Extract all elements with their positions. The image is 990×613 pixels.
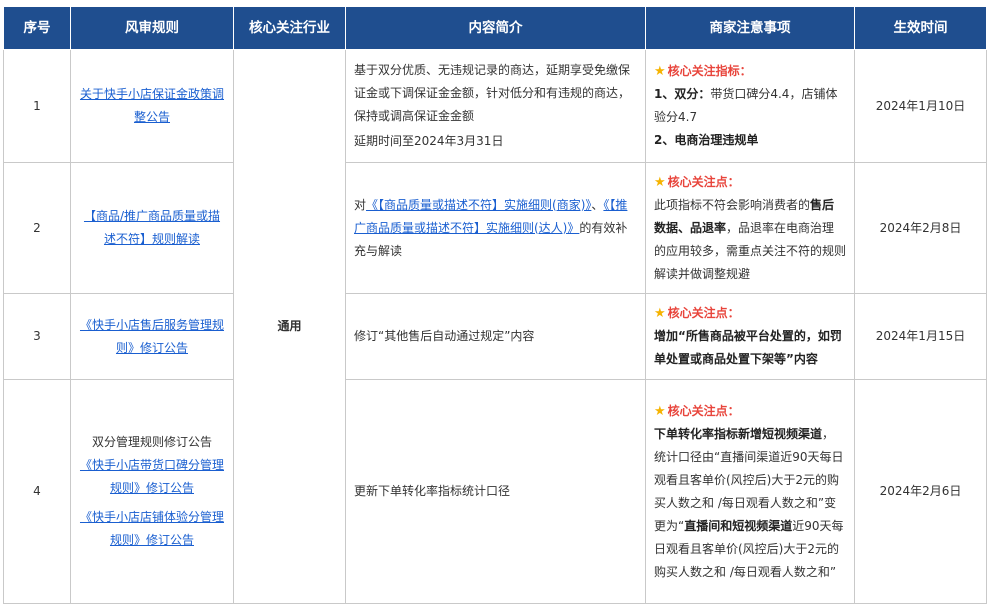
note-bold-text: 增加“所售商品被平台处置的，如罚单处置或商品处置下架等”内容 [654, 329, 842, 366]
note-body: 此项指标不符会影响消费者的售后数据、品退率，品退率在电商治理的应用较多，需重点关… [654, 194, 846, 286]
note-bold-text: 下单转化率指标新增短视频渠道 [654, 426, 823, 441]
intro-link[interactable]: 《【商品质量或描述不符】实施细则(商家)》 [366, 198, 591, 212]
note-header: ★ 核心关注点： [654, 171, 846, 194]
header-no: 序号 [3, 6, 71, 50]
note-body: 下单转化率指标新增短视频渠道，统计口径由“直播间渠道近90天每日观看且客单价(风… [654, 423, 846, 584]
intro-text: 基于双分优质、无违规记录的商达，延期享受免缴保证金或下调保证金金额，针对低分和有… [354, 63, 631, 123]
header-industry: 核心关注行业 [233, 6, 346, 50]
row-number: 1 [3, 49, 71, 163]
note-item-label: 1、双分： [654, 87, 711, 101]
star-icon: ★ [654, 174, 666, 190]
rule-cell: 双分管理规则修订公告 《快手小店带货口碑分管理规则》修订公告 《快手小店店铺体验… [70, 379, 234, 604]
rule-link[interactable]: 【商品/推广商品质量或描述不符】规则解读 [84, 209, 220, 246]
effective-date: 2024年1月15日 [854, 293, 987, 380]
intro-separator: 、 [591, 197, 604, 212]
notes-cell: ★ 核心关注点： 此项指标不符会影响消费者的售后数据、品退率，品退率在电商治理的应… [645, 162, 855, 294]
rules-table: 序号 风审规则 核心关注行业 内容简介 商家注意事项 生效时间 1 关于快手小店… [3, 6, 987, 604]
note-header: ★ 核心关注点： [654, 400, 846, 423]
row-number: 4 [3, 379, 71, 604]
note-item: 1、双分：带货口碑分4.4，店铺体验分4.7 [654, 83, 846, 129]
rule-link[interactable]: 关于快手小店保证金政策调整公告 [80, 87, 224, 124]
header-intro: 内容简介 [345, 6, 646, 50]
note-header-text: 核心关注指标： [667, 64, 752, 78]
row-number: 3 [3, 293, 71, 380]
intro-cell: 修订“其他售后自动通过规定”内容 [345, 293, 646, 380]
rule-link[interactable]: 《快手小店店铺体验分管理规则》修订公告 [80, 510, 224, 547]
star-icon: ★ [654, 403, 666, 419]
star-icon: ★ [654, 64, 666, 79]
intro-text: 对 [354, 197, 367, 212]
header-date: 生效时间 [854, 6, 987, 50]
effective-date: 2024年2月6日 [854, 379, 987, 604]
note-header: ★ 核心关注点： [654, 302, 846, 325]
table-row: 2 【商品/推广商品质量或描述不符】规则解读 对《【商品质量或描述不符】实施细则… [3, 162, 987, 294]
table-row: 3 《快手小店售后服务管理规则》修订公告 修订“其他售后自动通过规定”内容 ★ 核… [3, 293, 987, 380]
note-header-text: 核心关注点： [667, 174, 740, 189]
note-bold-text: 直播间和短视频渠道 [684, 518, 793, 533]
rule-cell: 关于快手小店保证金政策调整公告 [70, 49, 234, 163]
note-item: 2、电商治理违规单 [654, 133, 759, 147]
notes-cell: ★ 核心关注点： 下单转化率指标新增短视频渠道，统计口径由“直播间渠道近90天每日… [645, 379, 855, 604]
rule-link[interactable]: 《快手小店售后服务管理规则》修订公告 [80, 318, 224, 355]
table-row: 4 双分管理规则修订公告 《快手小店带货口碑分管理规则》修订公告 《快手小店店铺… [3, 379, 987, 604]
industry-cell: 通用 [233, 49, 346, 604]
intro-text-extension: 延期时间至2024年3月31日 [354, 134, 504, 148]
effective-date: 2024年1月10日 [854, 49, 987, 163]
intro-cell: 对《【商品质量或描述不符】实施细则(商家)》、《【推广商品质量或描述不符】实施细… [345, 162, 646, 294]
notes-cell: ★ 核心关注点： 增加“所售商品被平台处置的，如罚单处置或商品处置下架等”内容 [645, 293, 855, 380]
intro-cell: 更新下单转化率指标统计口径 [345, 379, 646, 604]
effective-date: 2024年2月8日 [854, 162, 987, 294]
rule-cell: 【商品/推广商品质量或描述不符】规则解读 [70, 162, 234, 294]
star-icon: ★ [654, 306, 666, 321]
intro-cell: 基于双分优质、无违规记录的商达，延期享受免缴保证金或下调保证金金额，针对低分和有… [345, 49, 646, 163]
rule-cell: 《快手小店售后服务管理规则》修订公告 [70, 293, 234, 380]
table-row: 1 关于快手小店保证金政策调整公告 通用 基于双分优质、无违规记录的商达，延期享… [3, 49, 987, 604]
rule-title: 双分管理规则修订公告 [91, 435, 212, 449]
row-number: 2 [3, 162, 71, 294]
note-header-text: 核心关注点： [667, 403, 740, 418]
notes-cell: ★ 核心关注指标： 1、双分：带货口碑分4.4，店铺体验分4.7 2、电商治理违规… [645, 49, 855, 163]
header-notes: 商家注意事项 [645, 6, 855, 50]
note-text: ，统计口径由“直播间渠道近90天每日观看且客单价(风控后)大于2元的购买人数之和… [654, 426, 844, 533]
rule-link[interactable]: 《快手小店带货口碑分管理规则》修订公告 [80, 458, 224, 495]
header-rule: 风审规则 [70, 6, 234, 50]
note-text: 此项指标不符会影响消费者的 [654, 197, 811, 212]
note-header-text: 核心关注点： [667, 306, 740, 320]
header-row: 序号 风审规则 核心关注行业 内容简介 商家注意事项 生效时间 [3, 6, 987, 50]
note-header: ★ 核心关注指标： [654, 60, 846, 83]
